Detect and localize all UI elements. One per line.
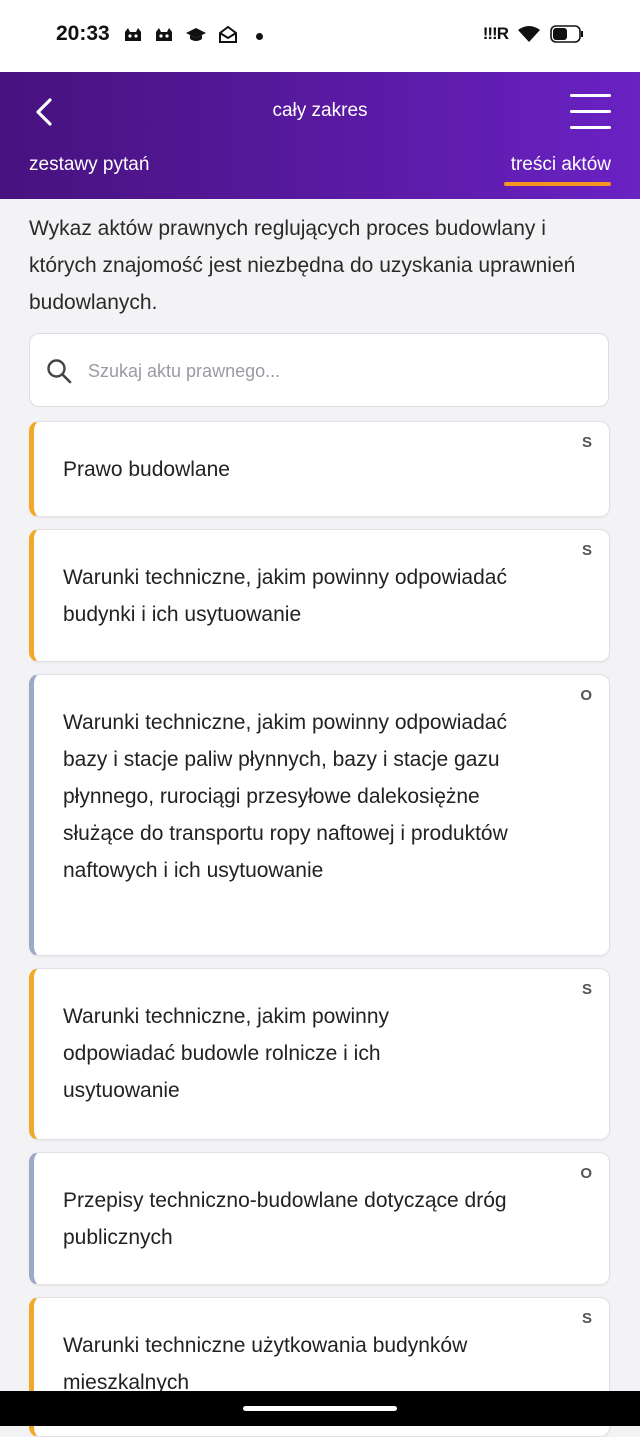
act-title: Warunki techniczne, jakim powinny odpowi… bbox=[63, 566, 507, 626]
act-title: Prawo budowlane bbox=[63, 458, 230, 481]
act-title: Warunki techniczne, jakim powinny odpowi… bbox=[63, 711, 508, 882]
act-card[interactable]: S Warunki techniczne, jakim powinny odpo… bbox=[29, 529, 610, 662]
system-navigation-bar bbox=[0, 1391, 640, 1426]
act-type-badge: S bbox=[581, 1310, 592, 1327]
search-icon bbox=[46, 358, 72, 389]
mail-open-icon bbox=[218, 25, 238, 49]
tab-question-sets[interactable]: zestawy pytań bbox=[29, 154, 149, 176]
act-title: Warunki techniczne użytkowania budynków … bbox=[63, 1334, 468, 1394]
system-status: !!!R bbox=[483, 24, 584, 44]
battery-icon bbox=[550, 25, 584, 43]
status-time: 20:33 bbox=[56, 22, 110, 45]
notification-icons bbox=[123, 25, 238, 49]
act-card[interactable]: S Warunki techniczne, jakim powinny odpo… bbox=[29, 968, 610, 1140]
act-title: Warunki techniczne, jakim powinny odpowi… bbox=[63, 1005, 390, 1102]
active-tab-indicator bbox=[504, 182, 611, 186]
act-type-badge: S bbox=[581, 434, 592, 451]
status-bar: 20:33 !!!R bbox=[0, 0, 640, 72]
act-card[interactable]: O Warunki techniczne, jakim powinny odpo… bbox=[29, 674, 610, 956]
menu-button[interactable] bbox=[570, 94, 612, 130]
home-gesture-handle[interactable] bbox=[243, 1406, 397, 1411]
act-title: Przepisy techniczno-budowlane dotyczące … bbox=[63, 1189, 507, 1249]
act-card[interactable]: S Prawo budowlane bbox=[29, 421, 610, 517]
wifi-icon bbox=[517, 25, 541, 43]
cat-icon bbox=[123, 27, 143, 48]
signal-status: !!!R bbox=[482, 24, 509, 43]
cat-icon bbox=[154, 27, 174, 48]
act-card[interactable]: O Przepisy techniczno-budowlane dotycząc… bbox=[29, 1152, 610, 1285]
search-input[interactable] bbox=[86, 352, 590, 390]
app-header: cały zakres zestawy pytań treści aktów bbox=[0, 72, 640, 199]
act-type-badge: S bbox=[581, 542, 592, 559]
page-title: cały zakres bbox=[272, 100, 368, 121]
intro-text: Wykaz aktów prawnych reglujących proces … bbox=[29, 217, 576, 314]
tab-act-contents[interactable]: treści aktów bbox=[511, 154, 611, 176]
act-type-badge: O bbox=[580, 1165, 592, 1182]
act-type-badge: O bbox=[580, 687, 592, 704]
notification-dot bbox=[256, 33, 263, 40]
act-type-badge: S bbox=[581, 981, 592, 998]
hamburger-menu-icon bbox=[570, 94, 611, 97]
graduation-cap-icon bbox=[185, 27, 207, 48]
search-box[interactable] bbox=[29, 333, 609, 407]
